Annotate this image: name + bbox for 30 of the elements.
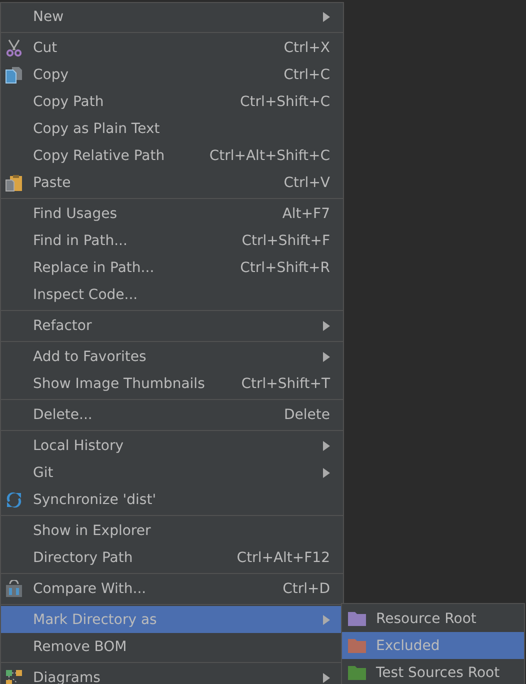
copy-icon (5, 66, 23, 84)
menu-item[interactable]: Compare With... Ctrl+D (1, 575, 343, 602)
paste-icon (5, 174, 23, 192)
menu-item[interactable]: Delete... Delete (1, 401, 343, 428)
menu-item[interactable]: Paste Ctrl+V (1, 169, 343, 196)
menu-item[interactable]: Resource Root (342, 605, 524, 632)
menu-item[interactable]: Local History (1, 432, 343, 459)
menu-item[interactable]: Replace in Path... Ctrl+Shift+R (1, 254, 343, 281)
menu-item[interactable]: Show Image Thumbnails Ctrl+Shift+T (1, 370, 343, 397)
menu-item[interactable]: Inspect Code... (1, 281, 343, 308)
scissors-icon (5, 38, 23, 56)
menu-item[interactable]: Refactor (1, 312, 343, 339)
menu-item[interactable]: Copy Relative Path Ctrl+Alt+Shift+C (1, 142, 343, 169)
menu-item[interactable]: Copy Path Ctrl+Shift+C (1, 88, 343, 115)
compare-icon (5, 580, 23, 598)
menu-item[interactable]: Copy as Plain Text (1, 115, 343, 142)
menu-item[interactable]: Test Sources Root (342, 659, 524, 684)
menu-item[interactable]: Show in Explorer (1, 517, 343, 544)
diagram-icon (5, 668, 23, 684)
sync-icon (5, 490, 23, 508)
menu-item[interactable]: Add to Favorites (1, 343, 343, 370)
menu-item[interactable]: New (1, 3, 343, 30)
menu-item[interactable]: Git (1, 459, 343, 486)
menu-item[interactable]: Find Usages Alt+F7 (1, 200, 343, 227)
menu-item[interactable]: Cut Ctrl+X (1, 34, 343, 61)
menu-item[interactable]: Directory Path Ctrl+Alt+F12 (1, 544, 343, 571)
menu-item[interactable]: Remove BOM (1, 633, 343, 660)
menu-item[interactable]: Find in Path... Ctrl+Shift+F (1, 227, 343, 254)
menu-item[interactable]: Synchronize 'dist' (1, 486, 343, 513)
menu-item[interactable]: Copy Ctrl+C (1, 61, 343, 88)
